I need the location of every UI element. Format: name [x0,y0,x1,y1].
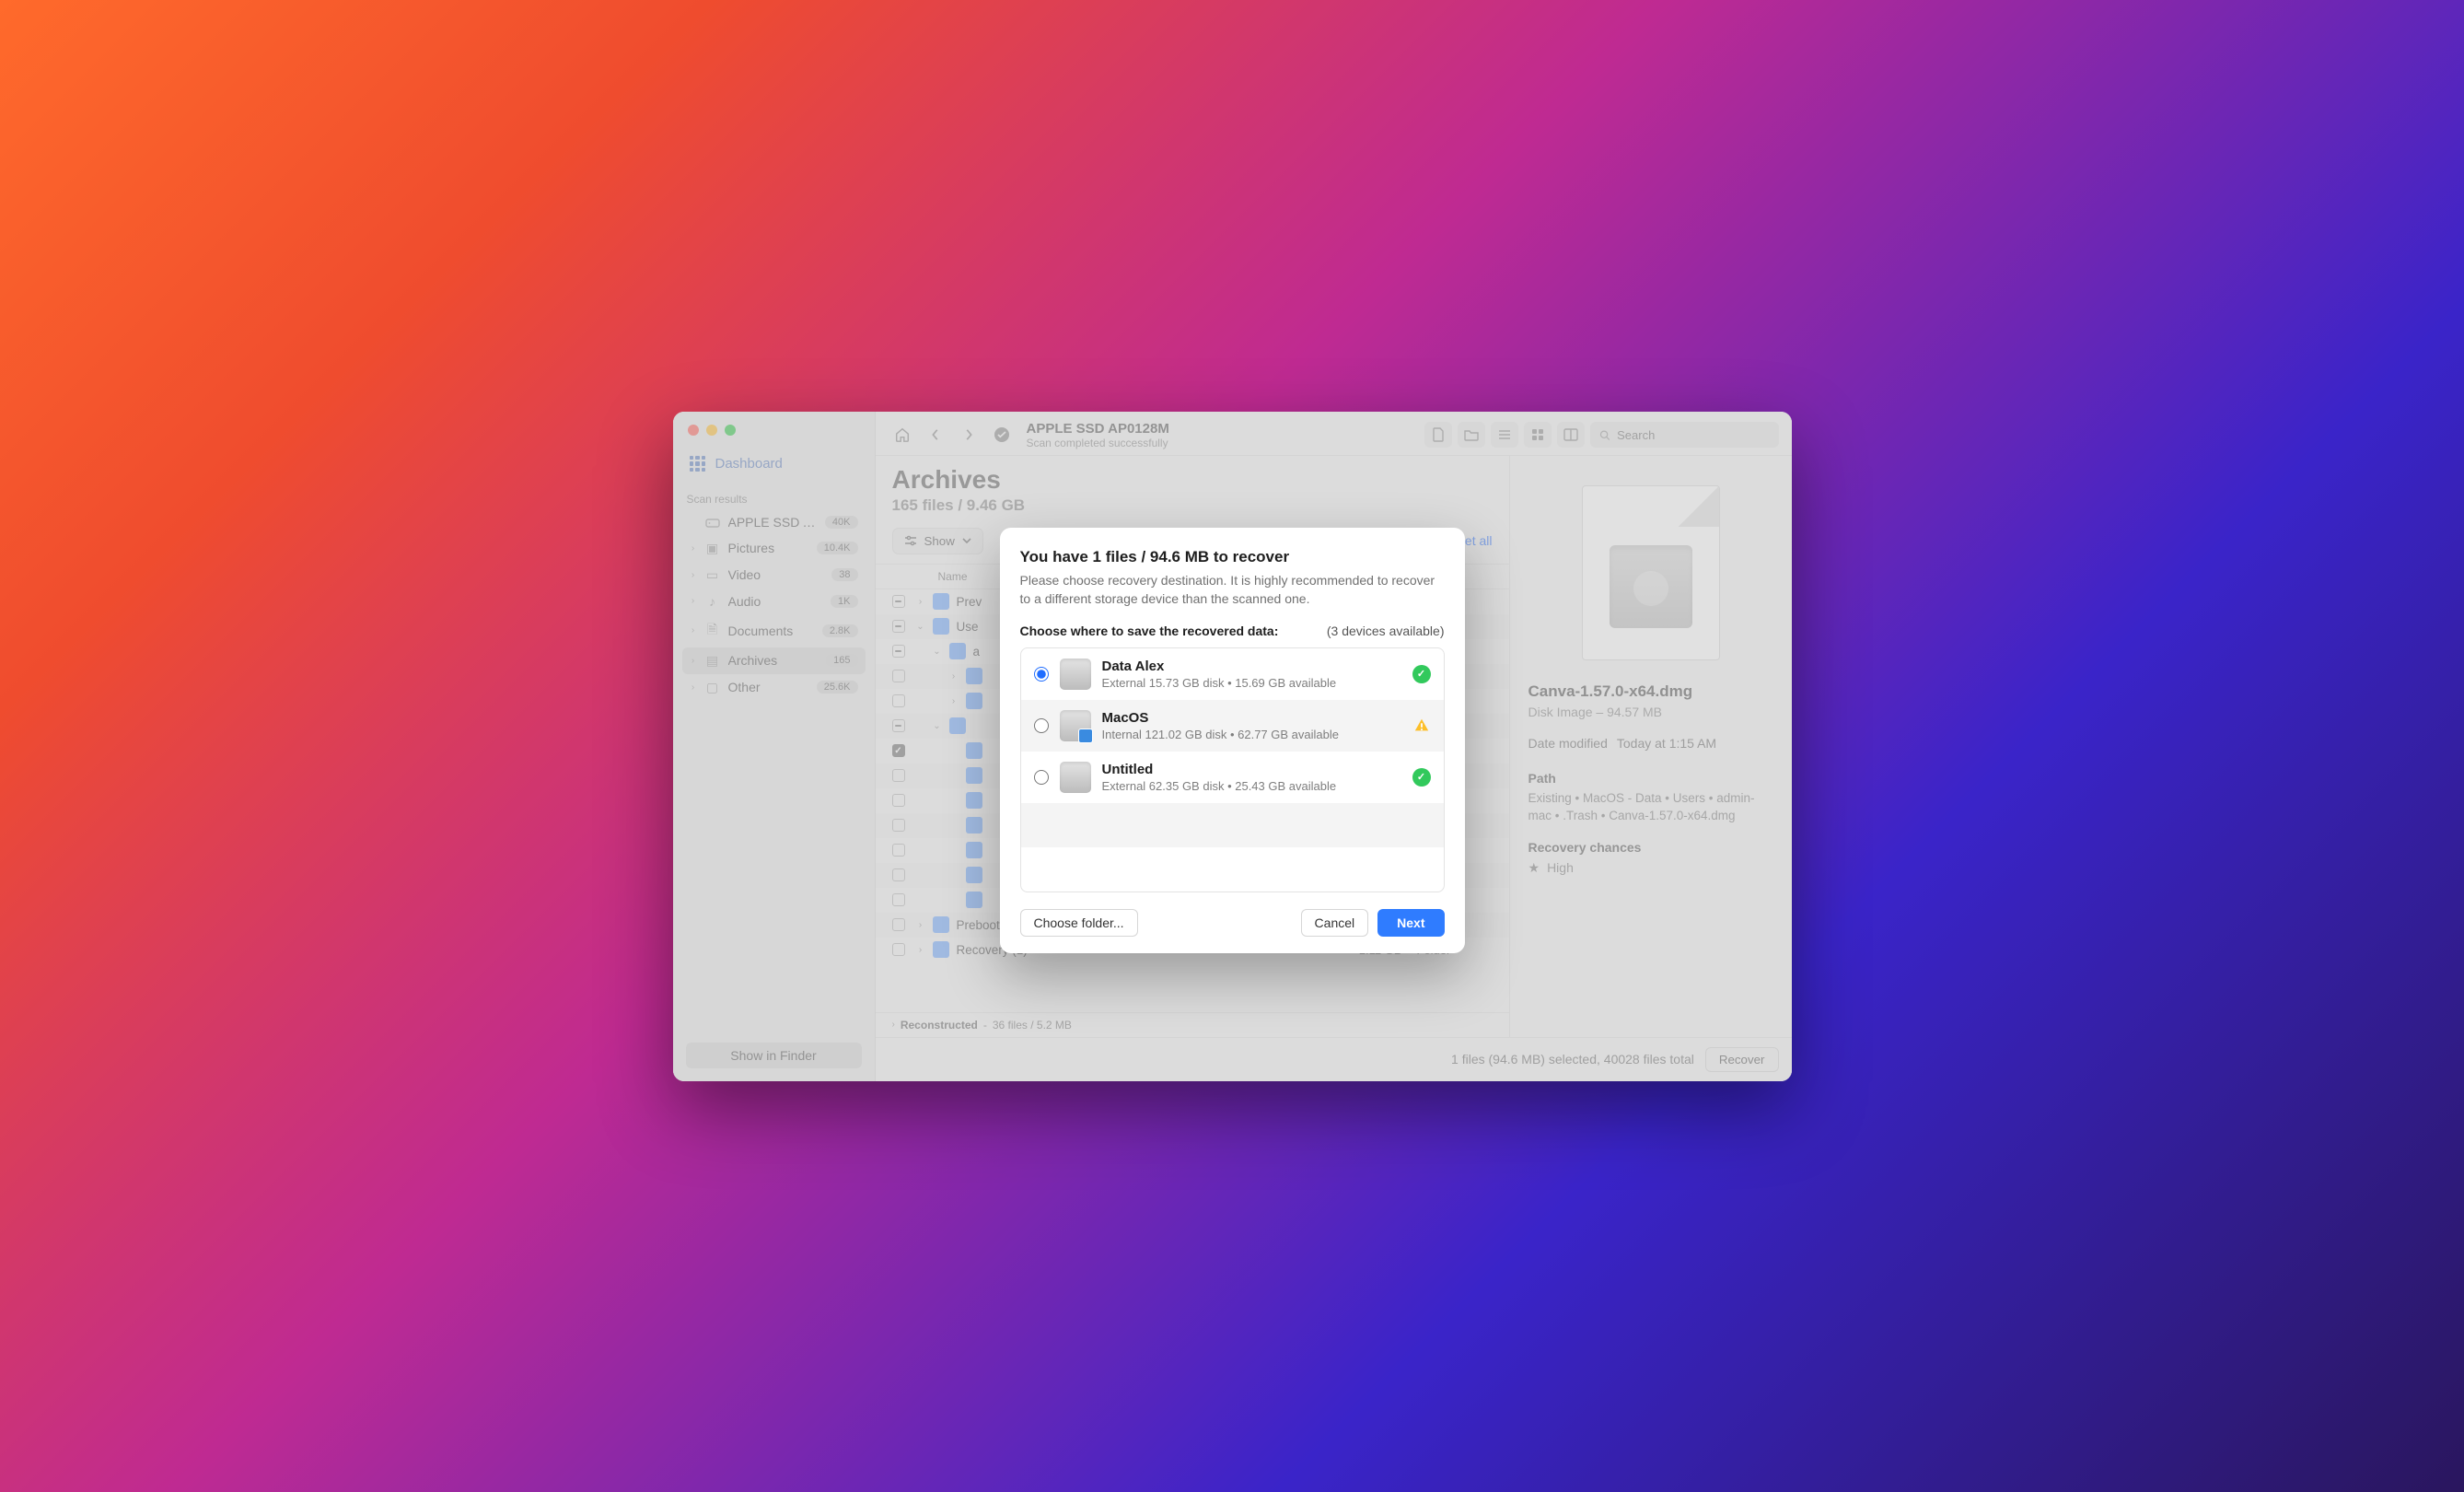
warning-icon [1412,717,1431,735]
choose-folder-button[interactable]: Choose folder... [1020,909,1138,937]
device-blank [1021,803,1444,847]
dialog-footer: Choose folder... Cancel Next [1020,909,1445,937]
recovery-destination-dialog: You have 1 files / 94.6 MB to recover Pl… [1000,528,1465,952]
device-option[interactable]: Data Alex External 15.73 GB disk • 15.69 … [1021,648,1444,700]
dialog-choose-row: Choose where to save the recovered data:… [1020,624,1445,638]
device-detail: External 15.73 GB disk • 15.69 GB availa… [1102,676,1401,690]
device-name: MacOS [1102,710,1401,726]
device-blank [1021,847,1444,892]
app-window: Dashboard Scan results APPLE SSD AP01… 4… [673,412,1792,1081]
check-ok-icon [1412,665,1431,683]
device-radio[interactable] [1034,667,1049,682]
device-name: Data Alex [1102,659,1401,674]
dialog-description: Please choose recovery destination. It i… [1020,572,1445,608]
device-option[interactable]: Untitled External 62.35 GB disk • 25.43 G… [1021,752,1444,803]
device-radio[interactable] [1034,770,1049,785]
modal-overlay: You have 1 files / 94.6 MB to recover Pl… [673,412,1792,1081]
device-name: Untitled [1102,762,1401,777]
device-list: Data Alex External 15.73 GB disk • 15.69 … [1020,647,1445,892]
check-ok-icon [1412,768,1431,787]
choose-label: Choose where to save the recovered data: [1020,624,1279,638]
device-detail: External 62.35 GB disk • 25.43 GB availa… [1102,779,1401,793]
device-option[interactable]: MacOS Internal 121.02 GB disk • 62.77 GB … [1021,700,1444,752]
next-button[interactable]: Next [1377,909,1444,937]
device-detail: Internal 121.02 GB disk • 62.77 GB avail… [1102,728,1401,741]
drive-icon [1060,710,1091,741]
drive-icon [1060,659,1091,690]
drive-icon [1060,762,1091,793]
cancel-button[interactable]: Cancel [1301,909,1369,937]
device-radio[interactable] [1034,718,1049,733]
devices-count: (3 devices available) [1327,624,1445,638]
dialog-title: You have 1 files / 94.6 MB to recover [1020,548,1445,566]
